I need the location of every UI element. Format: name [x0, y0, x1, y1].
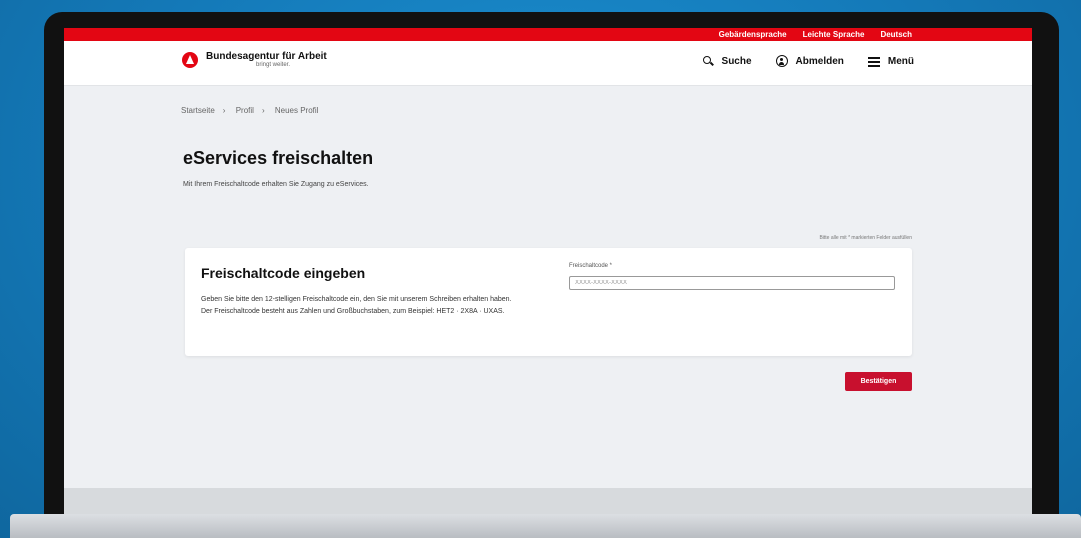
- required-fields-note: Bitte alle mit * markierten Felder ausfü…: [819, 235, 912, 241]
- language-selector[interactable]: Deutsch: [880, 30, 912, 39]
- page-footer-band: [64, 488, 1032, 516]
- unlock-code-input[interactable]: [569, 276, 895, 290]
- search-button[interactable]: Suche: [702, 55, 752, 67]
- browser-screen: Gebärdensprache Leichte Sprache Deutsch …: [64, 28, 1032, 516]
- main-nav: Suche Abmelden Menü: [702, 55, 914, 67]
- brand-name: Bundesagentur für Arbeit: [206, 51, 327, 62]
- logout-button[interactable]: Abmelden: [775, 55, 844, 67]
- brand-claim: bringt weiter.: [256, 62, 291, 68]
- laptop-base: [10, 514, 1081, 538]
- site-header: Bundesagentur für Arbeit bringt weiter. …: [64, 41, 1032, 86]
- breadcrumb-separator: ›: [261, 106, 265, 115]
- breadcrumb-profile[interactable]: Profil: [236, 106, 254, 115]
- brand-text: Bundesagentur für Arbeit bringt weiter.: [206, 51, 327, 69]
- confirm-button[interactable]: Bestätigen: [845, 372, 912, 391]
- breadcrumb-home[interactable]: Startseite: [181, 106, 215, 115]
- search-icon: [702, 55, 714, 67]
- logout-label: Abmelden: [795, 55, 844, 67]
- menu-label: Menü: [887, 55, 914, 67]
- unlock-code-label: Freischaltcode *: [569, 263, 613, 269]
- search-label: Suche: [721, 55, 752, 67]
- card-title: Freischaltcode eingeben: [201, 265, 366, 281]
- breadcrumb: Startseite › Profil › Neues Profil: [181, 106, 326, 115]
- top-service-bar: Gebärdensprache Leichte Sprache Deutsch: [64, 28, 1032, 41]
- easy-language-link[interactable]: Leichte Sprache: [803, 30, 865, 39]
- menu-icon: [867, 55, 880, 67]
- ba-logo-icon: [182, 52, 198, 68]
- page-intro: Mit Ihrem Freischaltcode erhalten Sie Zu…: [183, 181, 369, 188]
- card-description: Geben Sie bitte den 12-stelligen Freisch…: [201, 296, 512, 315]
- breadcrumb-separator: ›: [222, 106, 226, 115]
- brand-logo[interactable]: Bundesagentur für Arbeit bringt weiter.: [182, 52, 327, 68]
- breadcrumb-current: Neues Profil: [274, 106, 319, 115]
- sign-language-link[interactable]: Gebärdensprache: [719, 30, 787, 39]
- unlock-code-card: Freischaltcode eingeben Geben Sie bitte …: [185, 248, 912, 356]
- menu-button[interactable]: Menü: [867, 55, 914, 67]
- page-title: eServices freischalten: [183, 148, 374, 168]
- user-icon: [775, 55, 788, 67]
